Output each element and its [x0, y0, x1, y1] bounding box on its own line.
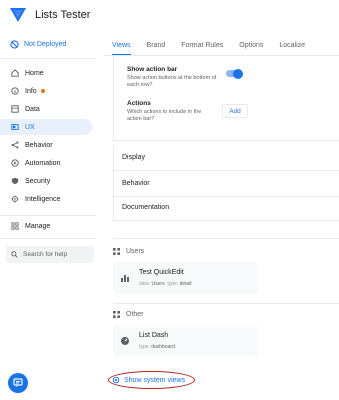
view-meta: data: Users type: detail: [139, 281, 192, 287]
help-search-input[interactable]: Search for help: [6, 246, 94, 263]
meta-key: data:: [139, 281, 151, 287]
top-bar: Lists Tester: [0, 0, 339, 30]
sidebar-item-label: Security: [25, 177, 51, 185]
not-deployed-icon: [10, 40, 19, 49]
ux-tabs: Views Brand Format Rules Options Localiz…: [104, 40, 313, 56]
sidebar-item-manage[interactable]: Manage: [0, 218, 92, 234]
divider: [0, 215, 96, 216]
sidebar-item-info[interactable]: Info: [0, 83, 92, 99]
section-display[interactable]: Display: [113, 145, 339, 171]
info-icon: [11, 87, 19, 95]
group-users: Users: [113, 248, 144, 255]
divider: [113, 303, 339, 304]
tab-localize[interactable]: Localize: [271, 40, 313, 56]
tab-options[interactable]: Options: [231, 40, 271, 56]
group-label: Other: [126, 311, 144, 318]
tab-views[interactable]: Views: [104, 40, 139, 56]
divider: [0, 238, 96, 239]
search-icon: [11, 251, 18, 258]
sidebar-item-ux[interactable]: UX: [0, 119, 92, 135]
toggle-knob: [233, 68, 243, 79]
sidebar-item-label: Data: [25, 105, 40, 113]
meta-key: type:: [167, 281, 179, 287]
sidebar-item-label: Manage: [25, 222, 51, 230]
section-documentation[interactable]: Documentation: [113, 195, 339, 221]
action-bar-title: Show action bar: [127, 66, 178, 73]
sidebar-item-home[interactable]: Home: [0, 65, 92, 81]
sidebar-item-label: Automation: [25, 159, 61, 167]
group-label: Users: [126, 248, 145, 255]
appsheet-logo-icon: [10, 8, 26, 22]
tab-format-rules[interactable]: Format Rules: [173, 40, 231, 56]
bar-chart-icon: [121, 275, 129, 282]
meta-value: dashboard: [151, 344, 175, 350]
search-placeholder: Search for help: [23, 251, 68, 258]
actions-desc: Which actions to include in the action b…: [127, 109, 202, 122]
notification-dot: [40, 89, 45, 93]
group-other: Other: [113, 311, 144, 318]
view-meta: type: dashboard: [139, 344, 175, 350]
sidebar-item-label: UX: [25, 123, 35, 131]
tab-brand[interactable]: Brand: [139, 40, 174, 56]
view-title: List Dash: [139, 332, 169, 339]
group-grid-icon: [113, 248, 120, 255]
ux-icon: [11, 124, 19, 130]
highlight-annotation: [108, 371, 195, 389]
action-bar-desc: Show action buttons at the bottom of eac…: [127, 75, 217, 88]
sidebar-item-label: Behavior: [25, 141, 53, 149]
meta-value: detail: [179, 281, 192, 287]
deploy-status-label: Not Deployed: [24, 41, 67, 48]
add-action-button[interactable]: Add: [222, 104, 248, 118]
home-icon: [11, 69, 19, 77]
view-card-list-dash[interactable]: List Dash type: dashboard: [113, 325, 258, 357]
intelligence-icon: [11, 195, 19, 203]
sidebar-item-data[interactable]: Data: [0, 101, 92, 117]
deploy-status[interactable]: Not Deployed: [10, 40, 66, 49]
sidebar-item-security[interactable]: Security: [0, 173, 92, 189]
sidebar-item-automation[interactable]: Automation: [0, 155, 92, 171]
sidebar-item-label: Intelligence: [25, 195, 61, 203]
dashboard-icon: [121, 337, 129, 345]
chat-icon: [13, 378, 23, 387]
meta-value: Users: [151, 281, 165, 287]
manage-grid-icon: [11, 222, 19, 230]
section-behavior[interactable]: Behavior: [113, 171, 339, 197]
actions-title: Actions: [127, 100, 151, 107]
behavior-icon: [11, 141, 19, 149]
sidebar-item-label: Home: [25, 69, 44, 77]
app-title: Lists Tester: [35, 9, 91, 21]
automation-icon: [11, 159, 19, 167]
sidebar-item-behavior[interactable]: Behavior: [0, 137, 92, 153]
action-bar-toggle[interactable]: [226, 68, 243, 79]
view-title: Test QuickEdit: [139, 269, 184, 276]
sidebar-item-intelligence[interactable]: Intelligence: [0, 191, 92, 207]
view-card-test-quickedit[interactable]: Test QuickEdit data: Users type: detail: [113, 262, 258, 294]
divider: [113, 238, 339, 239]
chat-button[interactable]: [8, 373, 28, 393]
meta-key: type:: [139, 344, 150, 350]
sidebar-item-label: Info: [25, 87, 37, 95]
data-icon: [11, 105, 19, 113]
divider: [0, 58, 96, 59]
shield-icon: [11, 177, 19, 185]
group-grid-icon: [113, 311, 120, 318]
